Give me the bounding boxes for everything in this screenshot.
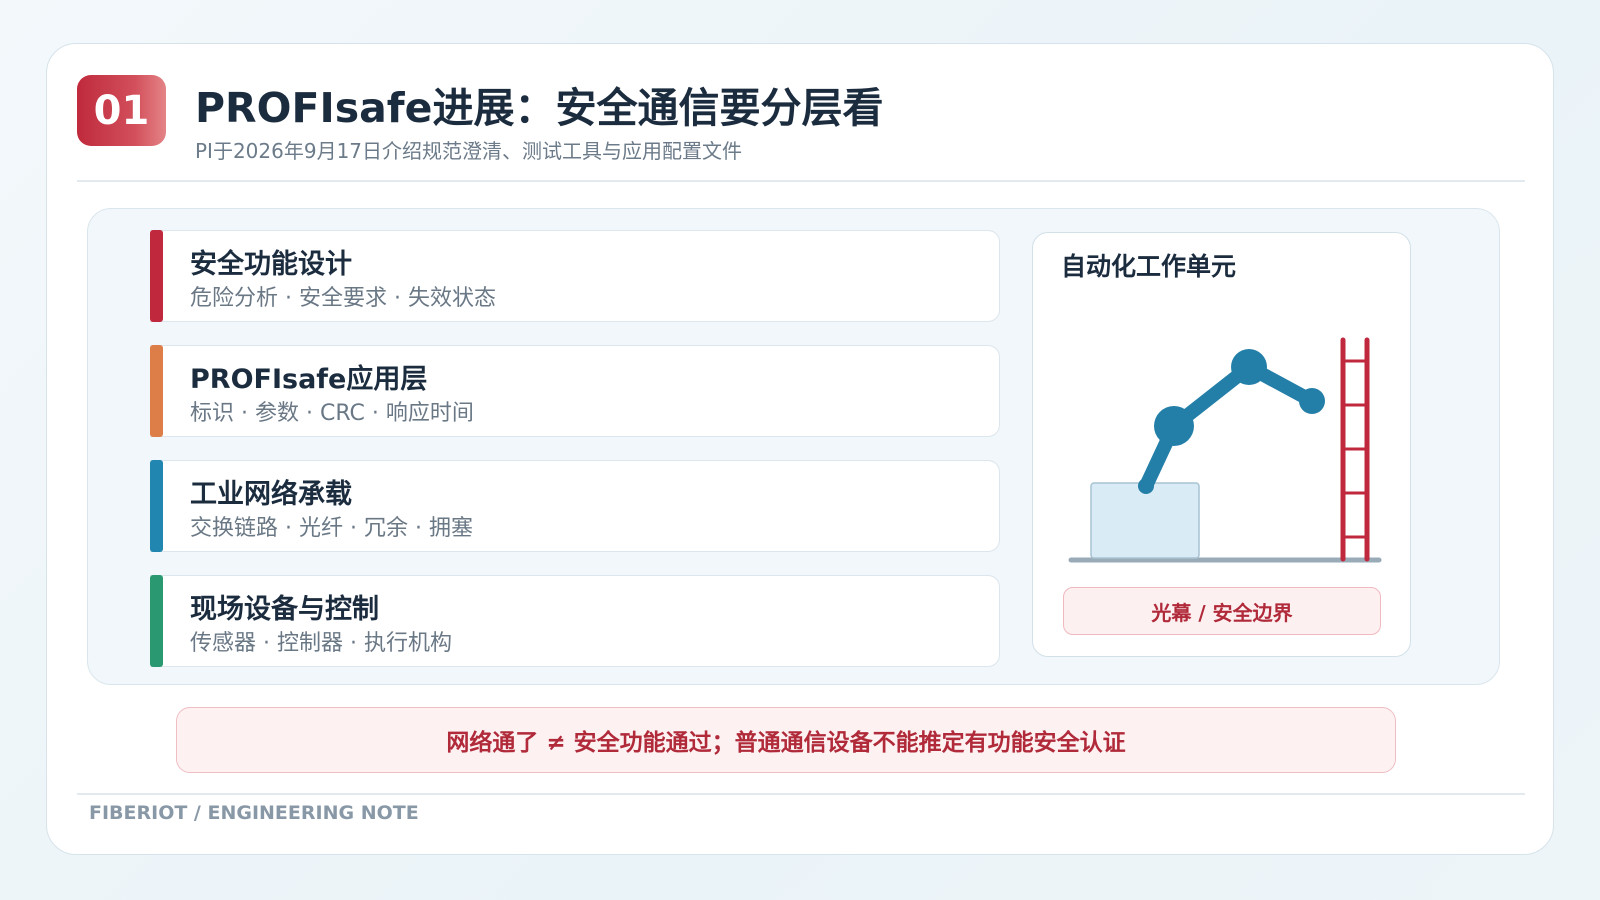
page-title: PROFIsafe进展：安全通信要分层看 — [195, 84, 884, 132]
page-subtitle: PI于2026年9月17日介绍规范澄清、测试工具与应用配置文件 — [195, 139, 743, 163]
section-number-badge: 01 — [77, 75, 166, 146]
workpiece-box-icon — [1090, 482, 1200, 559]
robot-arm-icon — [1138, 349, 1325, 494]
layer-description: 交换链路 · 光纤 · 冗余 · 拥塞 — [190, 516, 473, 541]
header-divider — [77, 180, 1525, 182]
layer-title: PROFIsafe应用层 — [190, 364, 428, 395]
warning-banner: 网络通了 ≠ 安全功能通过；普通通信设备不能推定有功能安全认证 — [176, 707, 1396, 773]
layer-card-profisafe-application: PROFIsafe应用层 标识 · 参数 · CRC · 响应时间 — [150, 345, 1000, 437]
layer-description: 危险分析 · 安全要求 · 失效状态 — [190, 286, 496, 311]
layer-card-safety-design: 安全功能设计 危险分析 · 安全要求 · 失效状态 — [150, 230, 1000, 322]
footer-label: FIBERIOT / ENGINEERING NOTE — [89, 802, 419, 824]
layer-title: 现场设备与控制 — [190, 594, 379, 625]
slide-card: 01 PROFIsafe进展：安全通信要分层看 PI于2026年9月17日介绍规… — [46, 43, 1554, 855]
footer-divider — [77, 793, 1525, 795]
layer-description: 传感器 · 控制器 · 执行机构 — [190, 631, 452, 656]
content-panel: 安全功能设计 危险分析 · 安全要求 · 失效状态 PROFIsafe应用层 标… — [87, 208, 1500, 685]
layer-title: 工业网络承载 — [190, 479, 352, 510]
work-cell-card: 自动化工作单元 光幕 / 安全边界 — [1032, 232, 1411, 657]
light-curtain-label: 光幕 / 安全边界 — [1063, 587, 1381, 635]
layer-color-bar — [150, 460, 163, 552]
light-curtain-icon — [1340, 337, 1370, 562]
layer-color-bar — [150, 230, 163, 322]
layer-card-field-devices: 现场设备与控制 传感器 · 控制器 · 执行机构 — [150, 575, 1000, 667]
layer-color-bar — [150, 575, 163, 667]
layer-color-bar — [150, 345, 163, 437]
layer-description: 标识 · 参数 · CRC · 响应时间 — [190, 401, 474, 426]
layer-title: 安全功能设计 — [190, 249, 352, 280]
layer-card-industrial-network: 工业网络承载 交换链路 · 光纤 · 冗余 · 拥塞 — [150, 460, 1000, 552]
